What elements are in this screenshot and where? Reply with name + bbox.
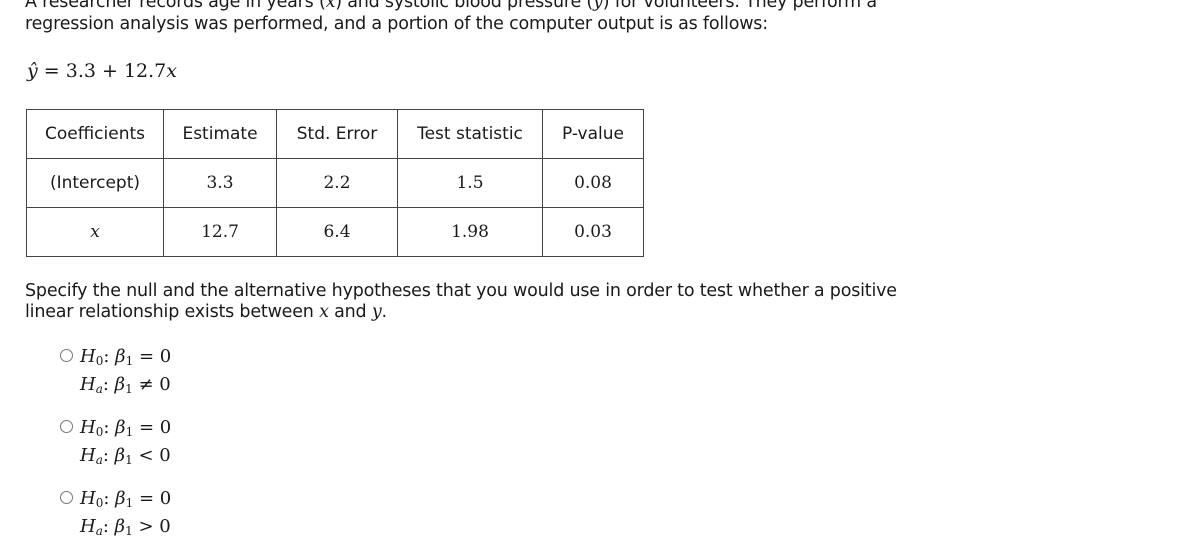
cell-p-value: 0.08	[542, 158, 644, 208]
question-text: and	[328, 302, 372, 322]
value: 0	[159, 374, 171, 395]
h-symbol: H	[80, 488, 96, 509]
relation: >	[138, 516, 154, 537]
h-symbol: H	[80, 445, 96, 466]
hypothesis-pair: H0: β1 = 0 Ha: β1 > 0	[80, 487, 171, 543]
subscript: a	[95, 382, 103, 396]
colon: :	[103, 488, 110, 509]
hypothesis-pair: H0: β1 = 0 Ha: β1 < 0	[80, 416, 171, 472]
hypothesis-pair: H0: β1 = 0 Ha: β1 ≠ 0	[80, 345, 171, 401]
colon: :	[102, 445, 109, 466]
subscript: a	[95, 453, 103, 467]
question-text: .	[381, 302, 388, 322]
relation: =	[138, 488, 155, 509]
equation-equals: =	[37, 60, 66, 82]
subscript: 1	[125, 425, 134, 439]
cell-p-value: 0.03	[542, 207, 644, 257]
var-x: x	[319, 302, 329, 322]
regression-output-table: Coefficients Estimate Std. Error Test st…	[26, 109, 644, 257]
intro-text: ) and systolic blood pressure (	[335, 0, 594, 12]
beta-symbol: β	[114, 516, 126, 537]
value: 0	[159, 417, 172, 438]
intro-text: A researcher records age in years (	[25, 0, 326, 12]
subscript: a	[95, 524, 103, 538]
colon: :	[102, 374, 109, 395]
table-header-row: Coefficients Estimate Std. Error Test st…	[26, 109, 644, 159]
h-symbol: H	[80, 374, 96, 395]
cell-test-statistic: 1.5	[397, 158, 543, 208]
header-coefficients: Coefficients	[26, 109, 164, 159]
answer-options: H0: β1 = 0 Ha: β1 ≠ 0 H0: β1 = 0 Ha: β1 …	[60, 345, 171, 558]
header-test-statistic: Test statistic	[397, 109, 543, 159]
cell-std-error: 2.2	[276, 158, 398, 208]
var-x: x	[325, 0, 336, 12]
beta-symbol: β	[115, 346, 126, 367]
beta-symbol: β	[114, 445, 126, 466]
subscript: 1	[125, 382, 133, 396]
radio-button[interactable]	[60, 349, 73, 362]
beta-symbol: β	[115, 488, 126, 509]
option-two-sided[interactable]: H0: β1 = 0 Ha: β1 ≠ 0	[60, 345, 171, 401]
radio-button[interactable]	[60, 491, 73, 504]
value: 0	[159, 445, 171, 466]
var-y: y	[593, 0, 603, 12]
cell-std-error: 6.4	[276, 207, 398, 257]
relation: <	[138, 445, 154, 466]
var-y: y	[371, 302, 382, 322]
question-prompt: Specify the null and the alternative hyp…	[25, 281, 925, 323]
alt-hypothesis: Ha: β1 > 0	[80, 515, 171, 543]
radio-button[interactable]	[60, 420, 73, 433]
equation-lhs: ŷ	[27, 60, 38, 82]
beta-symbol: β	[115, 417, 126, 438]
value: 0	[159, 516, 171, 537]
subscript: 1	[125, 453, 133, 467]
subscript: 1	[125, 524, 133, 538]
alt-hypothesis: Ha: β1 < 0	[80, 444, 171, 472]
regression-equation: ŷ = 3.3 + 12.7x	[27, 60, 177, 82]
subscript: 1	[125, 496, 134, 510]
relation: =	[138, 346, 155, 367]
alt-hypothesis: Ha: β1 ≠ 0	[80, 373, 171, 401]
option-right-tailed[interactable]: H0: β1 = 0 Ha: β1 > 0	[60, 487, 171, 543]
table-row: (Intercept) 3.3 2.2 1.5 0.08	[26, 158, 644, 208]
cell-estimate: 12.7	[163, 207, 277, 257]
h-symbol: H	[80, 417, 96, 438]
colon: :	[103, 417, 110, 438]
h-symbol: H	[80, 346, 96, 367]
equation-constants: 3.3 + 12.7	[65, 60, 167, 82]
header-p-value: P-value	[542, 109, 644, 159]
header-std-error: Std. Error	[276, 109, 398, 159]
null-hypothesis: H0: β1 = 0	[80, 345, 171, 373]
cell-estimate: 3.3	[163, 158, 277, 208]
header-estimate: Estimate	[163, 109, 277, 159]
table-row: x 12.7 6.4 1.98 0.03	[26, 207, 644, 257]
equation-var: x	[166, 60, 177, 82]
null-hypothesis: H0: β1 = 0	[80, 416, 171, 444]
beta-symbol: β	[114, 374, 126, 395]
option-left-tailed[interactable]: H0: β1 = 0 Ha: β1 < 0	[60, 416, 171, 472]
cell-test-statistic: 1.98	[397, 207, 543, 257]
value: 0	[159, 488, 172, 509]
value: 0	[159, 346, 172, 367]
problem-intro: A researcher records age in years (x) an…	[25, 0, 925, 35]
relation: ≠	[138, 374, 154, 395]
cell-coef: (Intercept)	[26, 158, 164, 208]
colon: :	[103, 346, 110, 367]
question-text: Specify the null and the alternative hyp…	[25, 281, 897, 322]
h-symbol: H	[80, 516, 96, 537]
subscript: 1	[125, 354, 134, 368]
colon: :	[102, 516, 109, 537]
cell-coef: x	[26, 207, 164, 257]
null-hypothesis: H0: β1 = 0	[80, 487, 171, 515]
relation: =	[138, 417, 155, 438]
